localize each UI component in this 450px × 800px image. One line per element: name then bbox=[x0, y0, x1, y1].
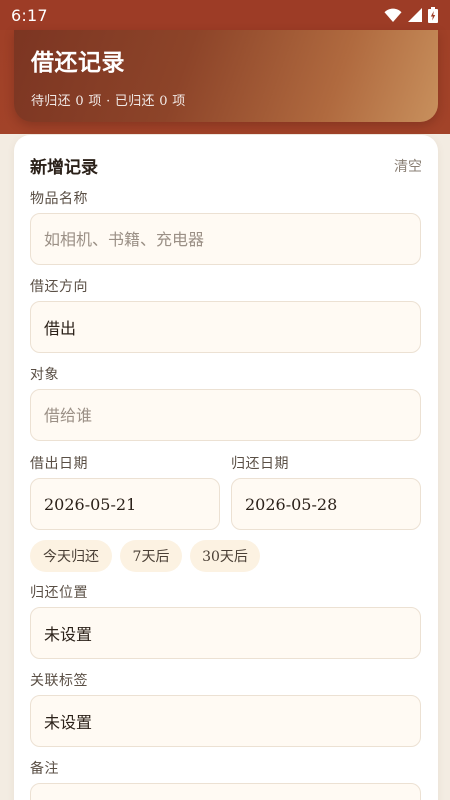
form-title: 新增记录 bbox=[30, 158, 98, 178]
signal-icon bbox=[408, 8, 422, 22]
chip-today-return[interactable]: 今天归还 bbox=[30, 540, 112, 572]
form-header: 新增记录 清空 bbox=[30, 153, 422, 178]
return-location-value: 未设置 bbox=[44, 625, 93, 644]
battery-icon bbox=[428, 7, 438, 23]
lend-date-picker[interactable]: 2026-05-21 bbox=[30, 478, 220, 530]
return-date-label: 归还日期 bbox=[231, 456, 289, 472]
page-subtitle: 待归还 0 项 · 已归还 0 项 bbox=[31, 94, 186, 109]
item-name-label: 物品名称 bbox=[30, 191, 88, 207]
return-date-picker[interactable]: 2026-05-28 bbox=[231, 478, 421, 530]
item-name-input[interactable] bbox=[44, 229, 407, 249]
lend-date-value: 2026-05-21 bbox=[44, 494, 137, 514]
direction-value: 借出 bbox=[44, 319, 77, 338]
direction-label: 借还方向 bbox=[30, 279, 88, 295]
return-location-select[interactable]: 未设置 bbox=[30, 607, 421, 659]
notes-label: 备注 bbox=[30, 761, 59, 777]
counterpart-label: 对象 bbox=[30, 367, 59, 383]
tags-label: 关联标签 bbox=[30, 673, 88, 689]
chip-7-days[interactable]: 7天后 bbox=[120, 540, 182, 572]
page-title: 借还记录 bbox=[31, 49, 125, 76]
notes-field[interactable] bbox=[30, 783, 421, 800]
direction-select[interactable]: 借出 bbox=[30, 301, 421, 353]
item-name-field[interactable] bbox=[30, 213, 421, 265]
clear-button[interactable]: 清空 bbox=[394, 156, 422, 176]
status-bar: 6:17 bbox=[0, 0, 450, 30]
counterpart-input[interactable] bbox=[44, 405, 407, 425]
lend-date-label: 借出日期 bbox=[30, 456, 88, 472]
return-date-value: 2026-05-28 bbox=[245, 494, 338, 514]
tags-select[interactable]: 未设置 bbox=[30, 695, 421, 747]
status-icons bbox=[384, 7, 438, 23]
chip-30-days[interactable]: 30天后 bbox=[190, 540, 260, 572]
header-card: 借还记录 待归还 0 项 · 已归还 0 项 bbox=[14, 30, 438, 122]
return-location-label: 归还位置 bbox=[30, 585, 88, 601]
wifi-icon bbox=[384, 8, 402, 22]
new-record-form: 新增记录 清空 物品名称 借还方向 借出 对象 借出日期 归还日期 2026-0… bbox=[14, 135, 438, 800]
tags-value: 未设置 bbox=[44, 713, 93, 732]
counterpart-field[interactable] bbox=[30, 389, 421, 441]
status-time: 6:17 bbox=[11, 5, 48, 25]
